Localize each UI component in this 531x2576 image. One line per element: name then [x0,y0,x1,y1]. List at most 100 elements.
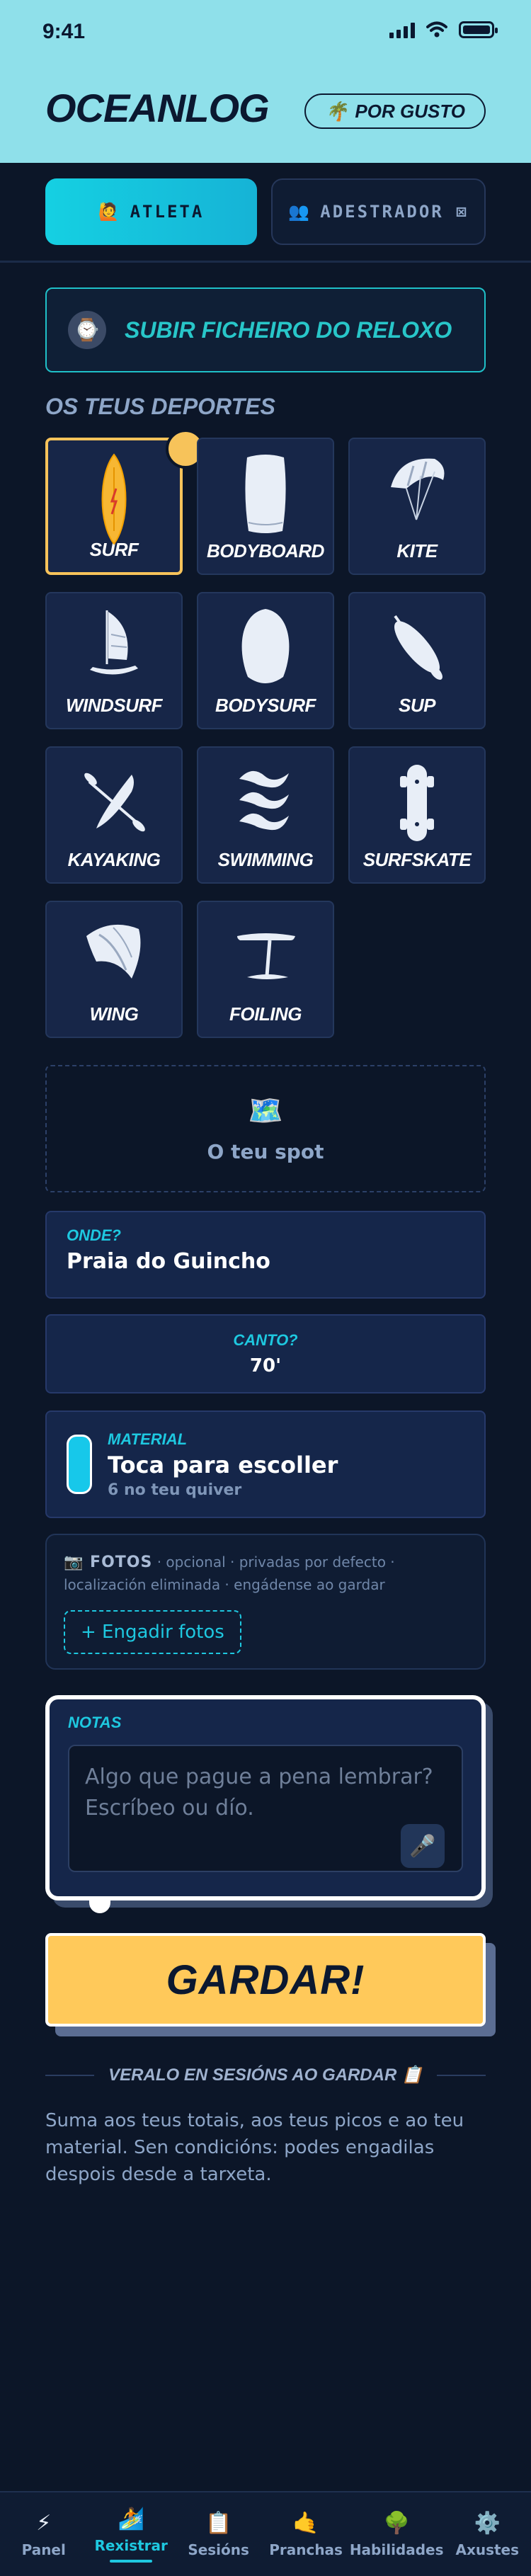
people-icon: 👥 [288,202,312,222]
waves-icon [239,770,289,831]
role-athlete-label: ATLETA [130,202,205,222]
sport-tile-swimming[interactable]: SWIMMING [197,746,334,884]
handplane-icon [241,609,290,683]
add-photos-button[interactable]: + Engadir fotos [64,1610,241,1654]
sport-tile-sup[interactable]: SUP [348,592,486,729]
role-coach-label: ADESTRADOR ⊠ [320,202,469,222]
where-field[interactable]: ONDE? Praia do Guincho [45,1211,486,1299]
after-save-text: Suma aos teus totais, aos teus picos e a… [45,2110,464,2185]
material-picker[interactable]: MATERIAL Toca para escoller 6 no teu qui… [45,1410,486,1518]
active-indicator [110,2559,153,2563]
clipboard-icon: 📋 [205,2510,232,2536]
mood-label: POR GUSTO [355,100,465,122]
nav-label: Panel [21,2541,66,2558]
notes-label: NOTAS [68,1714,122,1731]
surfer-icon: 🏄 [118,2506,144,2531]
surfboard-icon [101,453,127,545]
sport-tile-surf[interactable]: SURF [45,429,205,575]
speech-bubble-tail [89,1898,110,1913]
sports-grid: SURF BODYBOARD KITE WINDSURF BODYSURF SU… [45,429,486,1038]
shaka-icon: 🤙 [292,2510,319,2536]
person-raising-hand-icon: 🙋 [98,202,122,222]
kayak-icon [84,773,145,832]
kite-icon [391,458,445,520]
where-label: ONDE? [67,1226,121,1244]
photos-panel: 📷 FOTOS · opcional · privadas por defect… [45,1534,486,1670]
sports-section-title: OS TEUS DEPORTES [45,394,275,419]
sport-tile-bodysurf[interactable]: BODYSURF [197,592,334,729]
sport-tile-kayaking[interactable]: KAYAKING [45,746,183,884]
sport-tile-windsurf[interactable]: WINDSURF [45,592,183,729]
material-value: Toca para escoller [108,1451,338,1478]
angle-label: CANTO? [233,1331,298,1349]
role-coach-button[interactable]: 👥 ADESTRADOR ⊠ [271,178,486,245]
sport-label: SWIMMING [217,849,314,870]
nav-label: Sesións [188,2541,249,2558]
sport-label: WING [89,1003,139,1025]
sport-tile-foiling[interactable]: FOILING [197,901,334,1038]
upload-watch-file-label: SUBIR FICHEIRO DO RELOXO [125,317,452,343]
sport-tile-surfskate[interactable]: SURFSKATE [348,746,486,884]
role-toggle: 🙋 ATLETA 👥 ADESTRADOR ⊠ [45,178,486,245]
bodyboard-icon [245,455,286,533]
notes-card: NOTAS 🎤 [45,1695,486,1900]
signal-icon [389,21,415,38]
sport-tile-wing[interactable]: WING [45,901,183,1038]
wing-icon [86,924,141,979]
windsurf-icon [90,610,138,675]
upload-watch-file-button[interactable]: ⌚ SUBIR FICHEIRO DO RELOXO [45,287,486,372]
sport-label: BODYSURF [215,695,316,716]
angle-value: 70' [249,1355,282,1377]
spot-label: O teu spot [207,1140,324,1163]
divider [0,261,531,263]
bottom-nav: ⚡ Panel 🏄 Rexistrar 📋 Sesións 🤙 Pranchas… [0,2491,531,2576]
nav-item-settings[interactable]: ⚙️ Axustes [444,2492,531,2576]
nav-item-panel[interactable]: ⚡ Panel [0,2492,87,2576]
paddle-board-icon [394,615,442,680]
after-save-separator: VERALO EN SESIÓNS AO GARDAR 📋 [45,2065,486,2085]
sport-label: SURFSKATE [362,849,472,870]
sport-label: WINDSURF [65,695,163,716]
angle-field[interactable]: CANTO? 70' [45,1314,486,1394]
nav-label: Axustes [455,2541,520,2558]
sport-label: KAYAKING [67,849,161,870]
sport-label: KITE [396,540,438,562]
foil-icon [237,933,295,979]
role-athlete-button[interactable]: 🙋 ATLETA [45,178,257,245]
sport-label: FOILING [229,1003,302,1025]
gear-icon: ⚙️ [474,2510,501,2536]
skateboard-icon [400,765,434,841]
status-time: 9:41 [42,20,86,43]
status-icons [389,21,498,38]
board-icon [67,1435,92,1494]
nav-item-register[interactable]: 🏄 Rexistrar [87,2492,174,2576]
nav-item-boards[interactable]: 🤙 Pranchas [262,2492,349,2576]
after-save-title: VERALO EN SESIÓNS AO GARDAR 📋 [108,2065,423,2085]
map-icon: 🗺️ [248,1095,283,1127]
material-label: MATERIAL [108,1430,188,1448]
app-header: 9:41 OCEANLOG 🌴 POR GUSTO [0,0,531,163]
sport-tile-bodyboard[interactable]: BODYBOARD [197,438,334,575]
save-button[interactable]: GARDAR! [45,1933,486,2027]
sport-label: SUP [399,695,435,716]
wifi-icon [426,21,447,38]
sport-tile-kite[interactable]: KITE [348,438,486,575]
nav-item-skills[interactable]: 🌳 Habilidades [350,2492,444,2576]
photos-title: 📷 FOTOS [64,1554,153,1571]
nav-label: Rexistrar [94,2536,168,2554]
nav-item-sessions[interactable]: 📋 Sesións [175,2492,262,2576]
battery-icon [459,21,498,38]
microphone-icon[interactable]: 🎤 [401,1824,445,1868]
palm-tree-icon: 🌴 [325,100,348,122]
tree-icon: 🌳 [383,2510,410,2536]
mood-selector[interactable]: 🌴 POR GUSTO [304,93,486,129]
quiver-count: 6 no teu quiver [108,1481,242,1499]
lightning-icon: ⚡ [36,2510,52,2536]
nav-label: Pranchas [269,2541,343,2558]
spot-picker[interactable]: 🗺️ O teu spot [45,1065,486,1192]
app-title: OCEANLOG [45,86,270,130]
photos-description: 📷 FOTOS · opcional · privadas por defect… [64,1551,467,1596]
where-value: Praia do Guincho [67,1249,270,1274]
watch-icon: ⌚ [68,311,106,349]
nav-label: Habilidades [349,2541,444,2558]
